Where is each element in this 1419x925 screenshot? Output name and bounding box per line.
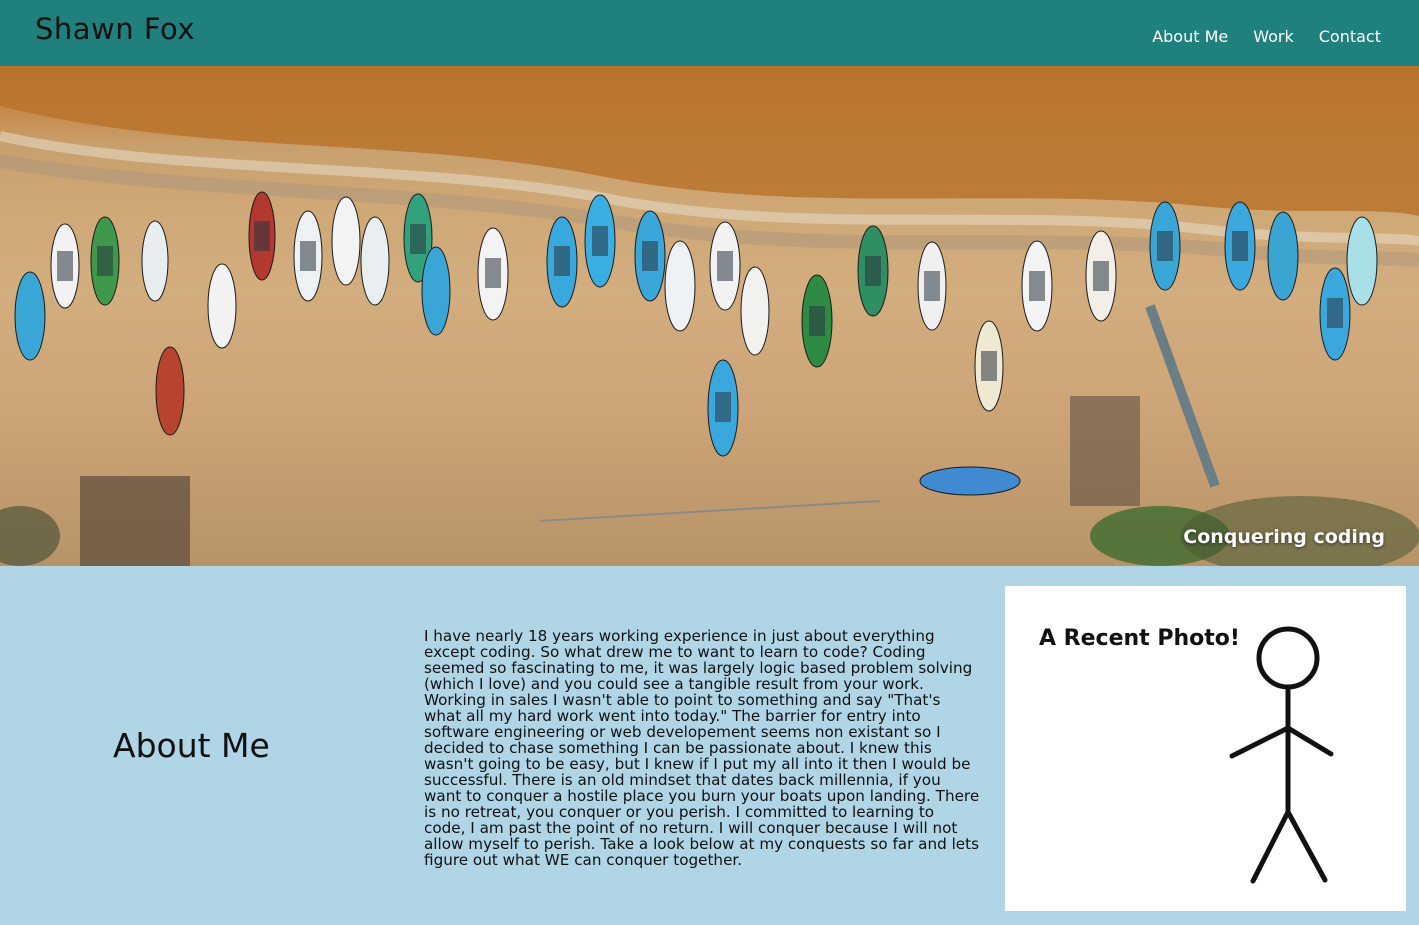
about-heading: About Me — [113, 726, 270, 765]
about-section: About Me I have nearly 18 years working … — [0, 566, 1419, 925]
main-nav: About Me Work Contact — [1152, 27, 1381, 46]
nav-link-contact[interactable]: Contact — [1319, 27, 1381, 46]
about-paragraph: I have nearly 18 years working experienc… — [424, 627, 980, 869]
hero-caption: Conquering coding — [1183, 526, 1385, 548]
beach-boats-aerial-image — [0, 66, 1419, 566]
hero-banner: Conquering coding — [0, 66, 1419, 566]
nav-link-about-me[interactable]: About Me — [1152, 27, 1228, 46]
site-header: Shawn Fox About Me Work Contact — [0, 0, 1419, 66]
nav-link-work[interactable]: Work — [1253, 27, 1294, 46]
stick-figure-icon — [1229, 626, 1334, 884]
recent-photo-card: A Recent Photo! — [1005, 586, 1406, 911]
brand-name[interactable]: Shawn Fox — [35, 12, 195, 46]
